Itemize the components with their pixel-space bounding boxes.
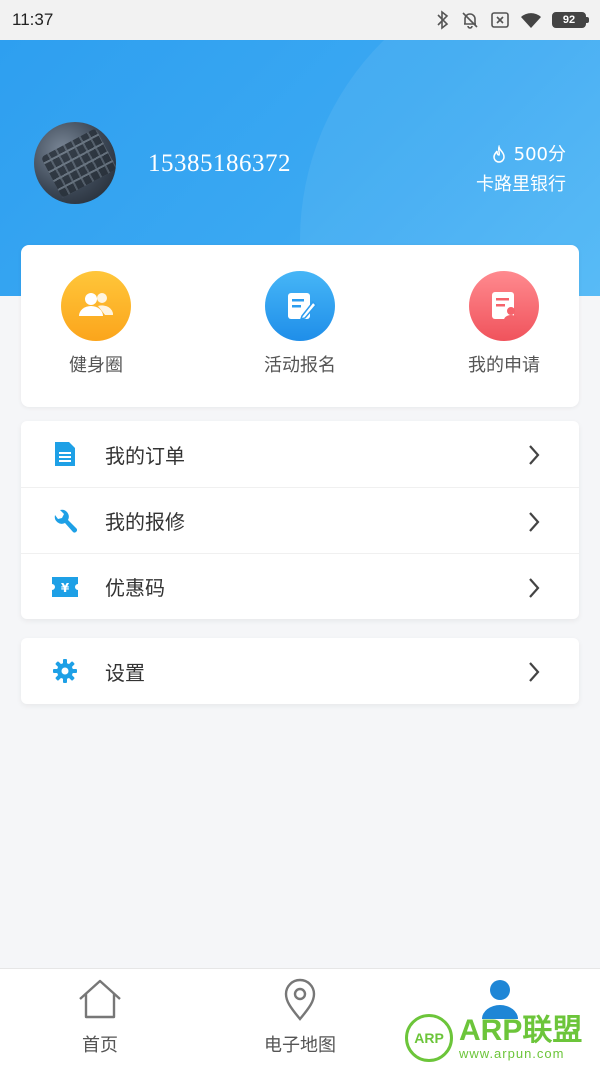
wrench-icon <box>51 507 79 535</box>
quick-actions-card: 健身圈 活动报名 我的申请 <box>21 245 579 407</box>
menu-item-my-repairs[interactable]: 我的报修 <box>21 487 579 553</box>
menu-item-label: 我的订单 <box>105 443 185 468</box>
tab-home[interactable]: 首页 <box>0 977 200 1057</box>
menu-item-settings[interactable]: 设置 <box>21 638 579 704</box>
coupon-icon: ¥ <box>51 573 79 601</box>
flame-icon <box>492 145 505 163</box>
watermark: ARP ARP联盟 www.arpun.com <box>405 1014 582 1062</box>
menu-item-my-orders[interactable]: 我的订单 <box>21 421 579 487</box>
quick-action-fitness-circle[interactable]: 健身圈 <box>26 271 166 377</box>
user-phone: 15385186372 <box>148 150 291 177</box>
status-icons: 92 <box>436 10 589 30</box>
quick-action-my-applications[interactable]: 我的申请 <box>434 271 574 377</box>
chevron-right-icon <box>529 445 540 465</box>
status-bar: 11:37 92 <box>0 0 600 40</box>
watermark-title: ARP联盟 <box>459 1013 583 1047</box>
home-icon <box>79 979 121 1019</box>
no-sim-icon <box>491 12 509 28</box>
status-time: 11:37 <box>12 10 54 29</box>
mute-bell-icon <box>462 12 478 29</box>
quick-action-event-signup[interactable]: 活动报名 <box>230 271 370 377</box>
points-value: 500分 <box>513 144 566 165</box>
avatar[interactable] <box>34 122 116 204</box>
document-icon <box>51 440 79 468</box>
quick-action-label: 我的申请 <box>468 355 540 376</box>
calorie-bank[interactable]: 500分 卡路里银行 <box>476 140 566 200</box>
points-label: 卡路里银行 <box>476 174 566 195</box>
chevron-right-icon <box>529 578 540 598</box>
menu-item-label: 优惠码 <box>105 576 165 600</box>
wifi-icon <box>521 13 541 28</box>
watermark-url: www.arpun.com <box>459 1045 565 1061</box>
quick-action-label: 健身圈 <box>69 355 123 376</box>
chevron-right-icon <box>529 662 540 682</box>
svg-text:¥: ¥ <box>61 581 70 595</box>
menu-list: 我的订单 我的报修 ¥ 优惠码 <box>21 421 579 619</box>
application-icon <box>469 271 539 341</box>
tab-map[interactable]: 电子地图 <box>200 977 400 1057</box>
tab-label: 首页 <box>82 1035 118 1056</box>
bluetooth-icon <box>437 10 449 30</box>
gear-icon <box>51 657 79 685</box>
menu-item-coupon-code[interactable]: ¥ 优惠码 <box>21 553 579 619</box>
battery-indicator: 92 <box>552 12 589 28</box>
settings-card: 设置 <box>21 638 579 704</box>
map-pin-icon <box>284 978 316 1021</box>
menu-item-label: 我的报修 <box>105 510 185 534</box>
form-edit-icon <box>265 271 335 341</box>
menu-item-label: 设置 <box>105 660 145 685</box>
users-icon <box>61 271 131 341</box>
watermark-logo: ARP <box>405 1014 453 1062</box>
tab-label: 电子地图 <box>264 1035 336 1056</box>
quick-action-label: 活动报名 <box>264 355 336 376</box>
chevron-right-icon <box>529 512 540 532</box>
